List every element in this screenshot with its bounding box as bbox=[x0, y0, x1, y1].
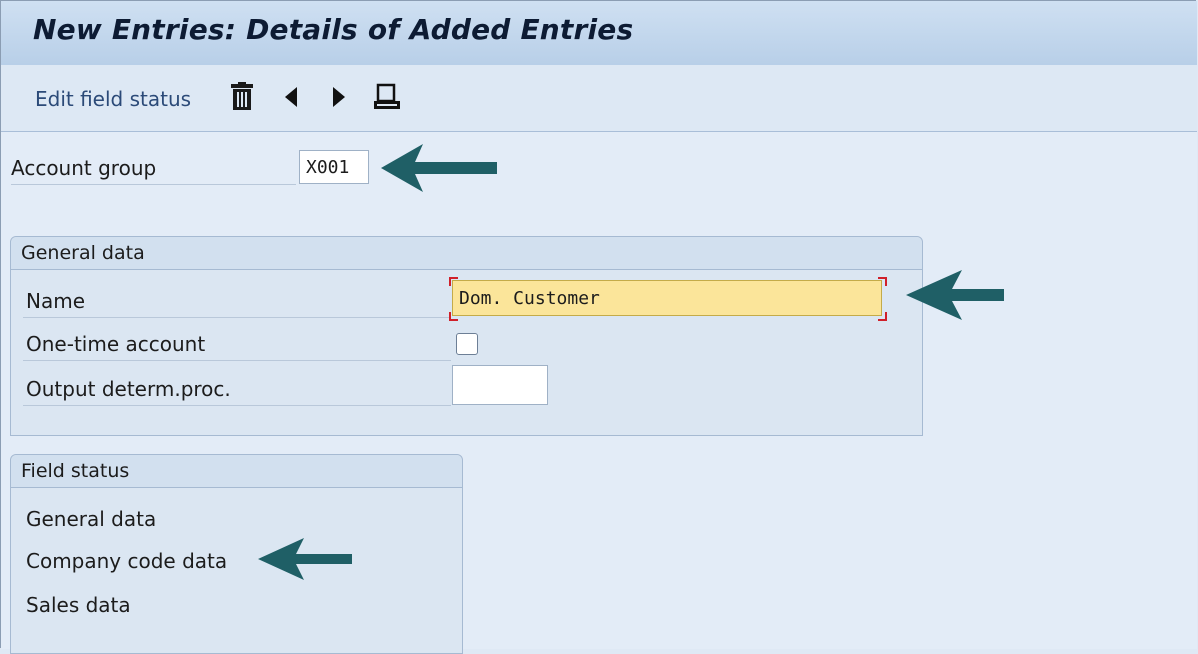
label-underline bbox=[11, 184, 296, 185]
field-status-title: Field status bbox=[21, 460, 130, 482]
label-underline bbox=[23, 405, 451, 406]
content-area: Account group X001 General data Name Dom… bbox=[1, 132, 1197, 654]
field-status-group: Field status General data Company code d… bbox=[10, 454, 463, 654]
callout-arrow-icon bbox=[381, 144, 497, 192]
callout-arrow-icon bbox=[258, 538, 352, 580]
label-underline bbox=[23, 317, 451, 318]
field-status-sales-data[interactable]: Sales data bbox=[26, 593, 131, 617]
account-group-label: Account group bbox=[11, 156, 157, 180]
print-icon[interactable] bbox=[373, 83, 401, 115]
page-title: New Entries: Details of Added Entries bbox=[33, 13, 634, 46]
general-data-header: General data bbox=[11, 237, 922, 270]
name-label: Name bbox=[26, 289, 86, 313]
callout-arrow-icon bbox=[906, 270, 1004, 320]
account-group-field[interactable]: X001 bbox=[299, 150, 369, 184]
output-determ-proc-field[interactable] bbox=[452, 365, 548, 405]
output-determ-proc-label: Output determ.proc. bbox=[26, 377, 231, 401]
next-entry-icon[interactable] bbox=[331, 86, 347, 112]
general-data-title: General data bbox=[21, 242, 145, 264]
field-status-company-code-data[interactable]: Company code data bbox=[26, 549, 227, 573]
trash-icon[interactable] bbox=[229, 82, 255, 116]
previous-entry-icon[interactable] bbox=[283, 86, 299, 112]
application-toolbar: Edit field status bbox=[1, 65, 1197, 132]
label-underline bbox=[23, 360, 451, 361]
sap-window: New Entries: Details of Added Entries Ed… bbox=[0, 0, 1197, 654]
field-status-general-data[interactable]: General data bbox=[26, 507, 156, 531]
one-time-account-checkbox[interactable] bbox=[456, 333, 478, 355]
edit-field-status-button[interactable]: Edit field status bbox=[35, 87, 191, 111]
general-data-group: General data Name Dom. Customer One-time… bbox=[10, 236, 923, 436]
focus-bracket-icon bbox=[449, 277, 887, 321]
field-status-header: Field status bbox=[11, 455, 462, 488]
title-bar: New Entries: Details of Added Entries bbox=[1, 1, 1197, 66]
one-time-account-label: One-time account bbox=[26, 332, 206, 356]
account-group-value: X001 bbox=[306, 157, 350, 178]
